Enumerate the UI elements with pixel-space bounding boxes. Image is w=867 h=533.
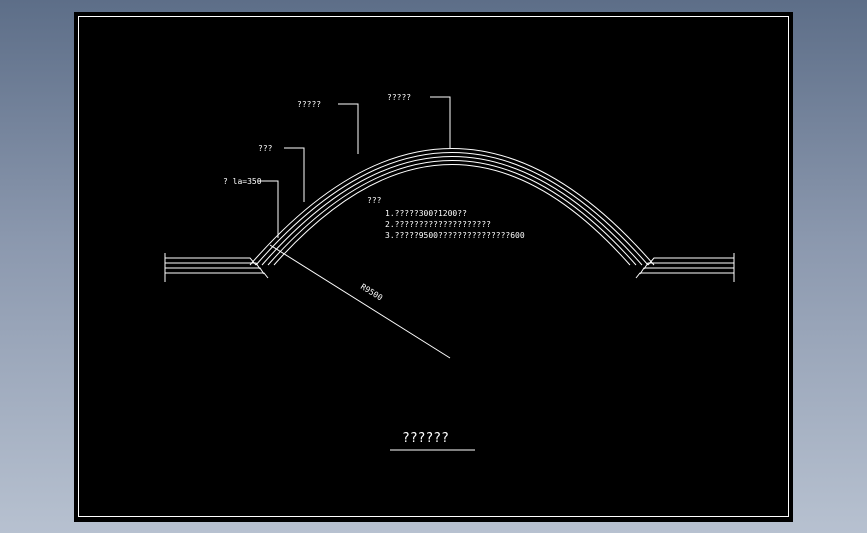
callout-lower-label: ? la=350 <box>223 177 262 186</box>
note-line-3: 3.?????9500???????????????600 <box>385 231 525 240</box>
callout-top-label: ????? <box>387 93 411 102</box>
drawing-title: ?????? <box>402 431 449 446</box>
callout-upper-label: ????? <box>297 100 321 109</box>
note-line-1: 1.?????300?1200?? <box>385 209 467 218</box>
arch-lining <box>249 148 655 266</box>
radius-line <box>269 244 451 359</box>
note-line-2: 2.???????????????????? <box>385 220 491 229</box>
drawing-sheet: R9500 ????? ????? ??? ? la=350 ??? 1.???… <box>74 12 793 522</box>
leader-lower <box>258 180 279 238</box>
arch-layer-1 <box>249 148 655 266</box>
left-foot <box>164 253 269 282</box>
right-foot <box>635 253 735 282</box>
leader-middle <box>284 147 305 202</box>
leader-top <box>430 96 451 148</box>
radius-label: R9500 <box>359 282 384 302</box>
cad-drawing-canvas[interactable]: R9500 ????? ????? ??? ? la=350 ??? 1.???… <box>74 12 793 522</box>
callout-middle-label: ??? <box>258 144 273 153</box>
leader-upper <box>338 103 359 154</box>
notes-heading: ??? <box>367 196 382 205</box>
